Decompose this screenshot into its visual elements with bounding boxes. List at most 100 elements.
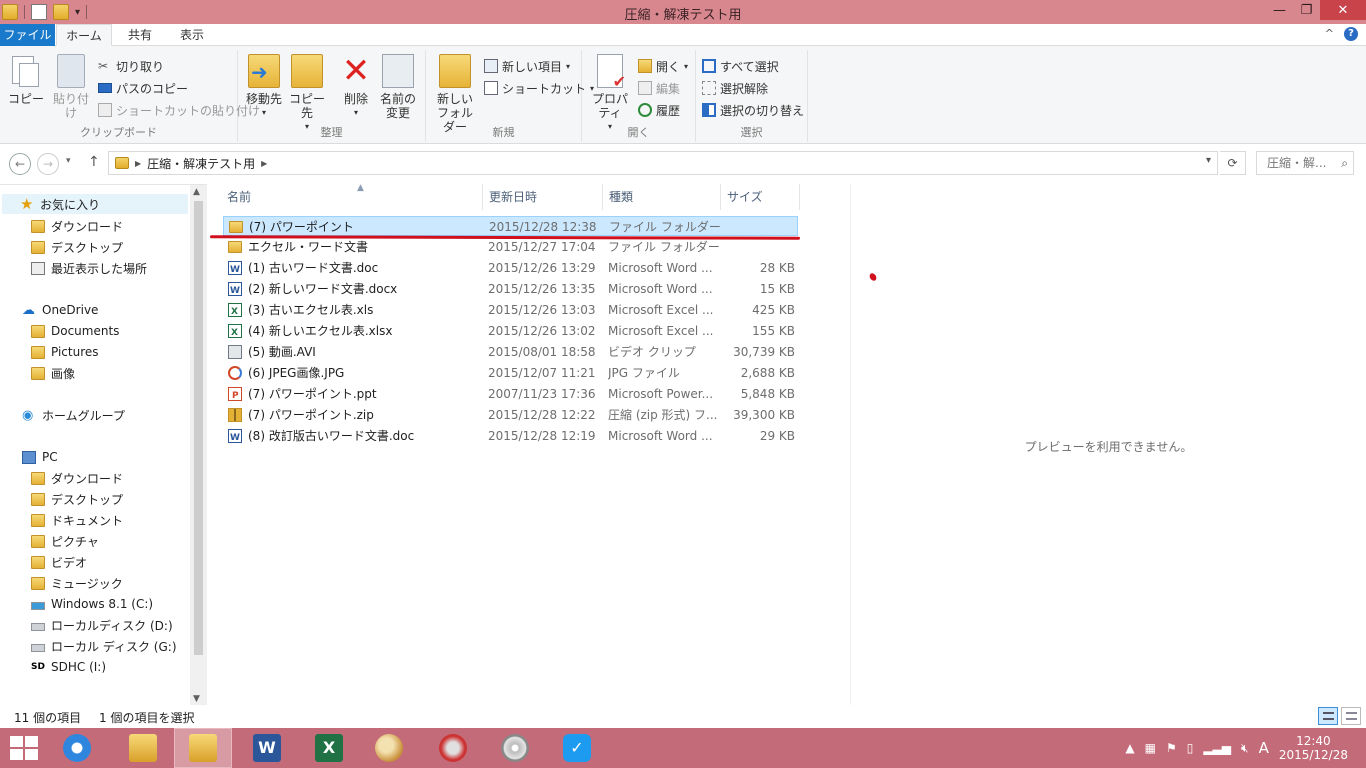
back-button[interactable]: ←	[9, 153, 31, 175]
nav-pc-desktop[interactable]: デスクトップ	[31, 489, 123, 509]
delete-button[interactable]: ✕ 削除 ▾	[338, 54, 374, 120]
nav-drive-g[interactable]: ローカル ディスク (G:)	[31, 636, 177, 656]
taskbar-chat[interactable]: ✓	[548, 728, 606, 768]
clock[interactable]: 12:40 2015/12/28	[1279, 734, 1348, 762]
network-signal-icon[interactable]: ▂▃▅	[1203, 741, 1231, 755]
shortcut-button[interactable]: ショートカット ▾	[484, 78, 594, 98]
scroll-up-icon[interactable]: ▲	[193, 187, 200, 197]
nav-drive-c[interactable]: Windows 8.1 (C:)	[31, 594, 153, 614]
paste-button[interactable]: 貼り付け	[48, 54, 94, 120]
column-header-size[interactable]: サイズ	[721, 184, 800, 210]
nav-pc-documents[interactable]: ドキュメント	[31, 510, 123, 530]
nav-onedrive-pictures[interactable]: Pictures	[31, 342, 99, 362]
paste-shortcut-button[interactable]: ショートカットの貼り付け	[98, 100, 260, 120]
taskbar-word[interactable]: W	[238, 728, 296, 768]
windows-icon[interactable]: ▦	[1145, 741, 1156, 755]
properties-button[interactable]: プロパティ ▾	[586, 54, 634, 134]
taskbar-explorer-active[interactable]	[174, 728, 232, 768]
tab-file[interactable]: ファイル	[0, 24, 55, 46]
nav-pc-pictures[interactable]: ピクチャ	[31, 531, 99, 551]
recent-locations-icon[interactable]: ▾	[66, 156, 71, 166]
table-row[interactable]: (2) 新しいワード文書.docx 2015/12/26 13:35 Microso…	[223, 279, 798, 299]
start-button[interactable]	[10, 736, 38, 760]
copy-button[interactable]: コピー	[8, 54, 44, 106]
taskbar-snipping[interactable]	[424, 728, 482, 768]
nav-onedrive[interactable]: ☁ OneDrive	[22, 300, 98, 320]
rename-button[interactable]: 名前の 変更	[378, 54, 418, 120]
sd-card-icon: SD	[31, 661, 45, 672]
select-none-button[interactable]: 選択解除	[702, 78, 768, 98]
address-dropdown-icon[interactable]: ▾	[1206, 155, 1211, 166]
nav-onedrive-documents[interactable]: Documents	[31, 321, 119, 341]
nav-pc-videos[interactable]: ビデオ	[31, 552, 87, 572]
nav-drive-i[interactable]: SD SDHC (I:)	[31, 657, 106, 677]
show-hidden-icons-icon[interactable]: ▲	[1125, 741, 1134, 755]
taskbar-explorer-pinned[interactable]	[114, 728, 172, 768]
copy-path-button[interactable]: パスのコピー	[98, 78, 188, 98]
help-icon[interactable]: ?	[1344, 27, 1358, 41]
maximize-button[interactable]: ❐	[1293, 0, 1320, 20]
column-header-date[interactable]: 更新日時	[483, 184, 603, 210]
cut-button[interactable]: ✂ 切り取り	[98, 56, 164, 76]
copy-to-button[interactable]: コピー先 ▾	[286, 54, 328, 134]
nav-scrollbar[interactable]: ▲ ▼	[190, 185, 207, 706]
forward-button[interactable]: →	[37, 153, 59, 175]
nav-pc[interactable]: PC	[22, 447, 58, 467]
taskbar-ie[interactable]	[48, 728, 106, 768]
details-view-button[interactable]	[1318, 707, 1338, 725]
nav-fav-downloads[interactable]: ダウンロード	[31, 216, 123, 236]
tab-view[interactable]: 表示	[170, 24, 214, 46]
taskbar-paint[interactable]	[360, 728, 418, 768]
table-row[interactable]: (5) 動画.AVI 2015/08/01 18:58 ビデオ クリップ 30,739…	[223, 342, 798, 362]
minimize-button[interactable]: —	[1266, 0, 1293, 20]
nav-fav-recent[interactable]: 最近表示した場所	[31, 258, 147, 278]
select-all-button[interactable]: すべて選択	[702, 56, 779, 76]
close-button[interactable]: ✕	[1320, 0, 1366, 20]
battery-icon[interactable]: ▯	[1187, 741, 1194, 755]
search-input[interactable]: 圧縮・解... ⌕	[1256, 151, 1354, 175]
table-row[interactable]: (3) 古いエクセル表.xls 2015/12/26 13:03 Microsoft…	[223, 300, 798, 320]
nav-onedrive-images[interactable]: 画像	[31, 363, 75, 383]
table-row[interactable]: (8) 改訂版古いワード文書.doc 2015/12/28 12:19 Micros…	[223, 426, 798, 446]
chevron-down-icon: ▾	[261, 108, 266, 117]
tab-share[interactable]: 共有	[118, 24, 162, 46]
table-row[interactable]: (7) パワーポイント 2015/12/28 12:38 ファイル フォルダー	[223, 216, 798, 236]
refresh-button[interactable]: ⟳	[1220, 151, 1246, 175]
new-folder-button[interactable]: 新しい フォルダー	[432, 54, 478, 134]
table-row[interactable]: (7) パワーポイント.ppt 2007/11/23 17:36 Microsoft…	[223, 384, 798, 404]
history-button[interactable]: 履歴	[638, 100, 680, 120]
large-icons-view-button[interactable]	[1341, 707, 1361, 725]
address-bar[interactable]: ▶ 圧縮・解凍テスト用 ▶ ▾	[108, 151, 1218, 175]
column-header-type[interactable]: 種類	[603, 184, 721, 210]
new-item-button[interactable]: 新しい項目 ▾	[484, 56, 570, 76]
nav-homegroup[interactable]: ◉ ホームグループ	[22, 405, 125, 425]
taskbar-excel[interactable]: X	[300, 728, 358, 768]
invert-selection-button[interactable]: 選択の切り替え	[702, 100, 804, 120]
search-icon[interactable]: ⌕	[1341, 152, 1348, 174]
table-row[interactable]: エクセル・ワード文書 2015/12/27 17:04 ファイル フォルダー	[223, 237, 798, 257]
table-row[interactable]: (7) パワーポイント.zip 2015/12/28 12:22 圧縮 (zip 形…	[223, 405, 798, 425]
table-row[interactable]: (4) 新しいエクセル表.xlsx 2015/12/26 13:02 Microso…	[223, 321, 798, 341]
scrollbar-thumb[interactable]	[194, 201, 203, 655]
table-row[interactable]: (6) JPEG画像.JPG 2015/12/07 11:21 JPG ファイル 2,…	[223, 363, 798, 383]
edit-button[interactable]: 編集	[638, 78, 680, 98]
taskbar-dvd[interactable]	[486, 728, 544, 768]
file-name-cell: (4) 新しいエクセル表.xlsx	[228, 321, 483, 341]
tab-home[interactable]: ホーム	[56, 24, 112, 46]
column-header-name[interactable]: 名前 ▲	[221, 183, 483, 210]
action-center-flag-icon[interactable]: ⚑	[1166, 741, 1177, 755]
nav-pc-music[interactable]: ミュージック	[31, 573, 123, 593]
nav-pc-downloads[interactable]: ダウンロード	[31, 468, 123, 488]
ime-indicator[interactable]: A	[1259, 739, 1269, 757]
volume-muted-icon[interactable]: 🔇︎	[1241, 741, 1249, 756]
move-to-button[interactable]: 移動先 ▾	[244, 54, 284, 120]
table-row[interactable]: (1) 古いワード文書.doc 2015/12/26 13:29 Microsoft…	[223, 258, 798, 278]
breadcrumb-current[interactable]: 圧縮・解凍テスト用	[147, 155, 255, 172]
nav-fav-desktop[interactable]: デスクトップ	[31, 237, 123, 257]
nav-drive-d[interactable]: ローカルディスク (D:)	[31, 615, 173, 635]
nav-favorites[interactable]: ★ お気に入り	[2, 194, 188, 214]
open-button[interactable]: 開く ▾	[638, 56, 688, 76]
scroll-down-icon[interactable]: ▼	[193, 694, 200, 704]
collapse-ribbon-icon[interactable]: ^	[1325, 27, 1334, 41]
up-arrow-icon[interactable]: ↑	[88, 154, 100, 170]
